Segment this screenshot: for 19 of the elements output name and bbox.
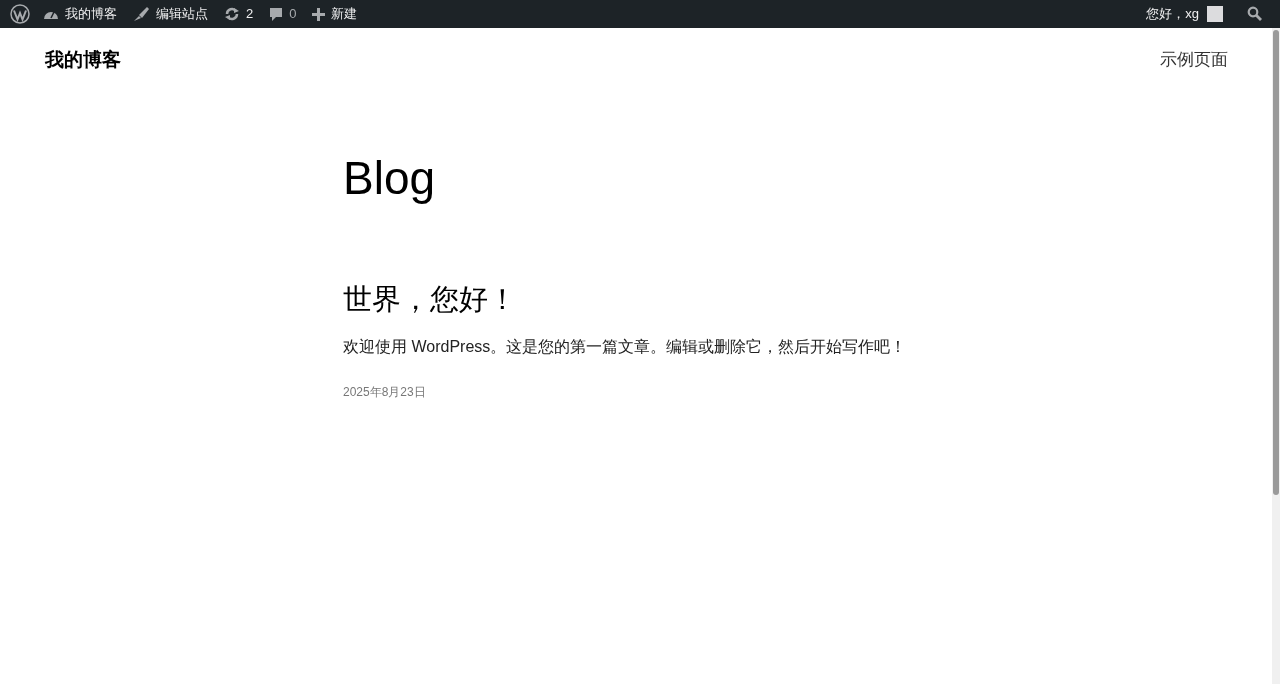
scrollbar[interactable] <box>1272 28 1280 684</box>
site-title[interactable]: 我的博客 <box>45 45 121 75</box>
admin-bar-item[interactable]: 2 <box>216 0 262 28</box>
refresh-icon <box>224 6 240 22</box>
nav-link[interactable]: 示例页面 <box>1160 47 1228 73</box>
post-date: 2025年8月23日 <box>343 384 426 401</box>
post-title[interactable]: 世界，您好！ <box>343 277 517 321</box>
speech-bubble-icon <box>269 6 284 22</box>
admin-bar-item[interactable]: 我的博客 <box>35 0 125 28</box>
admin-bar-item[interactable]: 编辑站点 <box>125 0 216 28</box>
account-greeting[interactable]: 您好，xg <box>1146 4 1199 24</box>
post-excerpt: 欢迎使用 WordPress。这是您的第一篇文章。编辑或删除它，然后开始写作吧！ <box>343 337 907 357</box>
wordpress-logo-icon[interactable] <box>10 4 30 24</box>
admin-bar-item[interactable]: 0 <box>261 0 305 28</box>
page-title: Blog <box>343 151 436 206</box>
plus-icon <box>312 7 326 21</box>
search-icon[interactable] <box>1247 6 1263 22</box>
paintbrush-icon <box>133 6 150 22</box>
admin-bar-item[interactable]: 新建 <box>304 0 366 28</box>
